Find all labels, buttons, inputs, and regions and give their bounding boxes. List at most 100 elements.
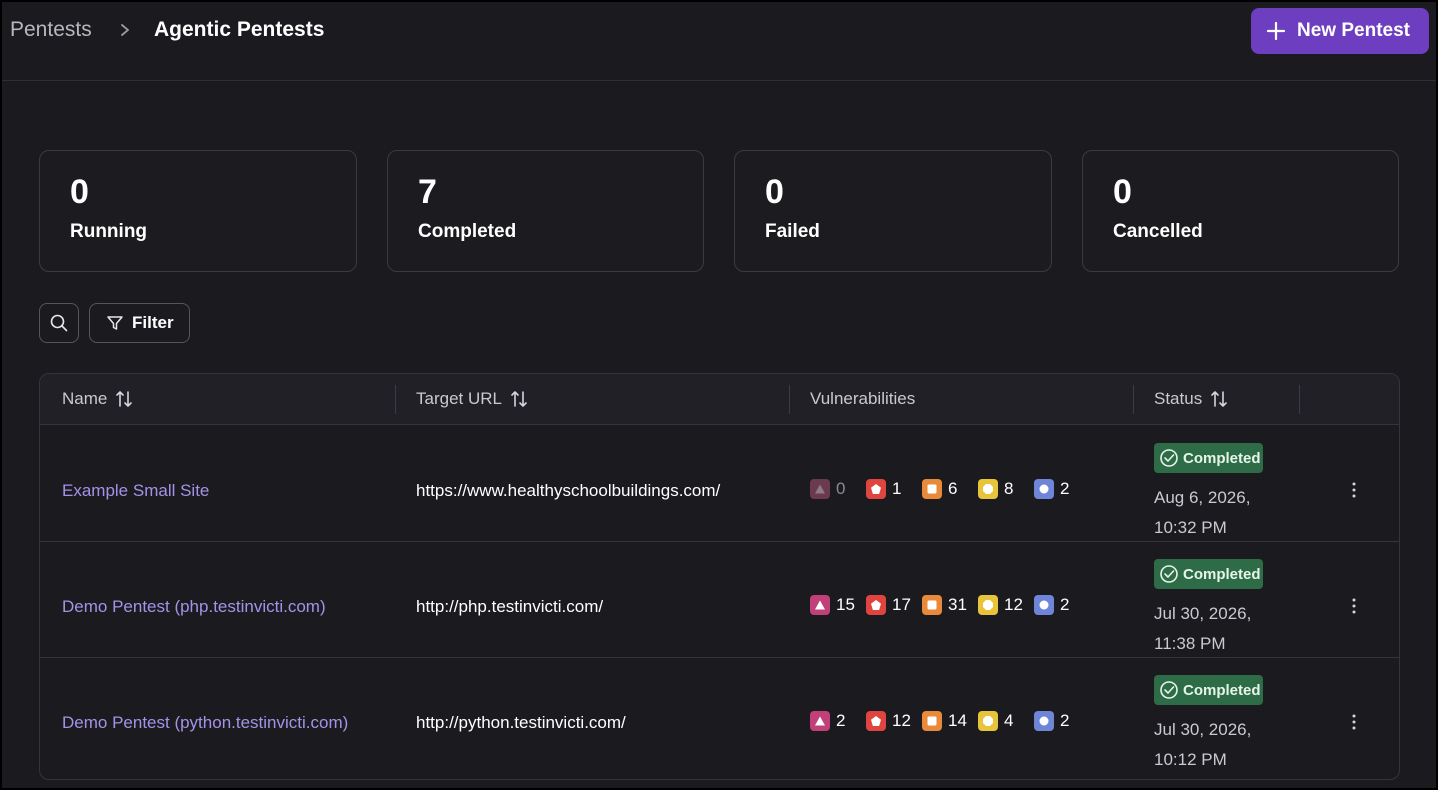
vuln-low[interactable]: 4 [978,711,1034,731]
vuln-high[interactable]: 12 [866,711,922,731]
triangle-icon [810,479,830,499]
table-row[interactable]: Demo Pentest (php.testinvicti.com) http:… [40,542,1399,658]
vuln-count: 17 [892,595,911,614]
plus-icon [1266,21,1286,41]
chevron-right-icon [121,24,129,36]
column-label: Name [62,389,108,408]
vuln-info[interactable]: 2 [1034,479,1090,499]
square-icon [922,711,942,731]
vuln-count: 8 [1004,479,1014,498]
column-header-name[interactable]: Name [62,389,133,409]
pentests-table: Name Target URL Vulnerabilities Status E… [39,373,1400,780]
triangle-icon [810,595,830,615]
status-badge: Completed [1154,443,1263,473]
octagon-icon [978,711,998,731]
vuln-critical[interactable]: 15 [810,595,866,615]
column-label: Vulnerabilities [810,389,916,408]
check-circle-icon [1160,681,1178,699]
kebab-menu-icon [1352,598,1356,614]
status-label: Completed [1183,565,1261,583]
stat-label: Cancelled [1113,221,1203,242]
column-divider[interactable] [1133,385,1134,414]
stat-card-completed: 7 Completed [387,150,704,272]
breadcrumb-pentests[interactable]: Pentests [10,18,92,42]
filter-label: Filter [132,313,174,332]
vuln-high[interactable]: 17 [866,595,922,615]
vuln-medium[interactable]: 31 [922,595,978,615]
table-row[interactable]: Demo Pentest (python.testinvicti.com) ht… [40,658,1399,774]
square-icon [922,479,942,499]
sort-icon[interactable] [1210,389,1228,409]
kebab-menu-icon [1352,714,1356,730]
vuln-count: 2 [836,711,846,730]
time-line: 10:12 PM [1154,750,1227,769]
vuln-count: 0 [836,479,846,498]
stat-card-cancelled: 0 Cancelled [1082,150,1399,272]
stat-value: 0 [1113,173,1132,211]
vuln-count: 2 [1060,479,1070,498]
pentest-name-link[interactable]: Example Small Site [62,481,209,501]
status-date: Aug 6, 2026, 10:32 PM [1154,483,1250,543]
app-frame: Pentests Agentic Pentests New Pentest 0 … [0,0,1438,790]
check-circle-icon [1160,449,1178,467]
new-pentest-button[interactable]: New Pentest [1251,8,1429,54]
status-date: Jul 30, 2026, 10:12 PM [1154,715,1251,775]
table-row[interactable]: Example Small Site https://www.healthysc… [40,426,1399,542]
table-header: Name Target URL Vulnerabilities Status [40,374,1399,425]
vuln-count: 6 [948,479,958,498]
row-menu-button[interactable] [1342,594,1366,618]
vuln-count: 4 [1004,711,1014,730]
search-icon [50,314,68,332]
date-line: Aug 6, 2026, [1154,488,1251,507]
sort-icon[interactable] [510,389,528,409]
time-line: 11:38 PM [1154,634,1226,653]
circle-icon [1034,711,1054,731]
vuln-low[interactable]: 8 [978,479,1034,499]
time-line: 10:32 PM [1154,518,1227,537]
vuln-critical[interactable]: 2 [810,711,866,731]
vulnerability-counts: 2 12 14 4 2 [810,711,1090,731]
stat-label: Completed [418,221,517,242]
status-badge: Completed [1154,675,1263,705]
column-header-vulnerabilities: Vulnerabilities [810,389,915,409]
column-divider[interactable] [1299,385,1300,414]
column-header-status[interactable]: Status [1154,389,1228,409]
page-title: Agentic Pentests [154,18,325,41]
pentest-name-link[interactable]: Demo Pentest (python.testinvicti.com) [62,713,348,733]
target-url: http://python.testinvicti.com/ [416,713,626,732]
date-line: Jul 30, 2026, [1154,720,1252,739]
vuln-medium[interactable]: 6 [922,479,978,499]
vuln-medium[interactable]: 14 [922,711,978,731]
column-label: Status [1154,389,1203,408]
status-label: Completed [1183,681,1261,699]
column-divider[interactable] [395,385,396,414]
stat-label: Failed [765,221,820,242]
sort-icon[interactable] [115,389,133,409]
octagon-icon [978,595,998,615]
row-menu-button[interactable] [1342,478,1366,502]
search-button[interactable] [39,303,79,343]
vuln-critical[interactable]: 0 [810,479,866,499]
circle-icon [1034,595,1054,615]
row-menu-button[interactable] [1342,710,1366,734]
vuln-info[interactable]: 2 [1034,595,1090,615]
column-header-target-url[interactable]: Target URL [416,389,528,409]
pentagon-icon [866,595,886,615]
vuln-high[interactable]: 1 [866,479,922,499]
date-line: Jul 30, 2026, [1154,604,1252,623]
vuln-count: 2 [1060,711,1070,730]
status-badge: Completed [1154,559,1263,589]
column-divider[interactable] [789,385,790,414]
filter-button[interactable]: Filter [89,303,190,343]
target-url: http://php.testinvicti.com/ [416,597,604,616]
stat-value: 7 [418,173,437,211]
vuln-info[interactable]: 2 [1034,711,1090,731]
vuln-count: 1 [892,479,902,498]
pentagon-icon [866,711,886,731]
vuln-low[interactable]: 12 [978,595,1034,615]
page-header: Pentests Agentic Pentests New Pentest [2,2,1436,81]
check-circle-icon [1160,565,1178,583]
pentest-name-link[interactable]: Demo Pentest (php.testinvicti.com) [62,597,326,617]
vuln-count: 31 [948,595,967,614]
octagon-icon [978,479,998,499]
